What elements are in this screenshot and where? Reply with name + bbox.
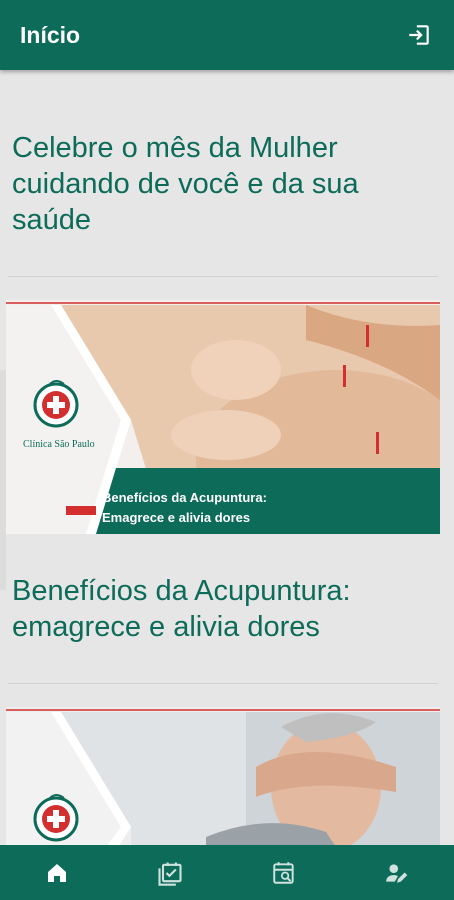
calendar-check-icon [158,862,182,886]
post-title-line: saúde [12,204,92,236]
post-banner[interactable] [6,707,440,845]
divider [8,276,438,277]
user-edit-icon [386,863,408,883]
banner-image [6,707,440,845]
bottom-navigation [0,845,454,900]
divider [8,683,438,684]
post-title-line: emagrece e alivia dores [12,611,320,643]
home-icon [47,863,66,882]
banner-brand: Clínica São Paulo [23,439,95,450]
app-bar: Início [0,0,454,70]
logout-icon [409,25,429,45]
page-title: Início [20,21,81,48]
post-title[interactable]: Benefícios da Acupuntura: emagrece e ali… [12,573,432,645]
nav-schedule-search[interactable] [254,845,314,900]
nav-appointments[interactable] [140,845,200,900]
nav-home[interactable] [27,845,87,900]
calendar-search-icon [273,861,294,884]
logout-button[interactable] [404,20,434,50]
nav-profile-edit[interactable] [367,845,427,900]
banner-caption: Benefícios da Acupuntura: [102,490,267,505]
feed[interactable]: Celebre o mês da Mulher cuidando de você… [0,70,454,845]
banner-caption: Emagrece e alivia dores [102,510,251,525]
post-title-line: Benefícios da Acupuntura: [12,575,351,607]
post-title-line: Celebre o mês da Mulher [12,132,338,164]
post-title[interactable]: Celebre o mês da Mulher cuidando de você… [12,130,432,238]
post-banner-acupuntura[interactable]: Clínica São Paulo Benefícios da Acupuntu… [6,300,440,534]
post-title-line: cuidando de você e da sua [12,168,359,200]
